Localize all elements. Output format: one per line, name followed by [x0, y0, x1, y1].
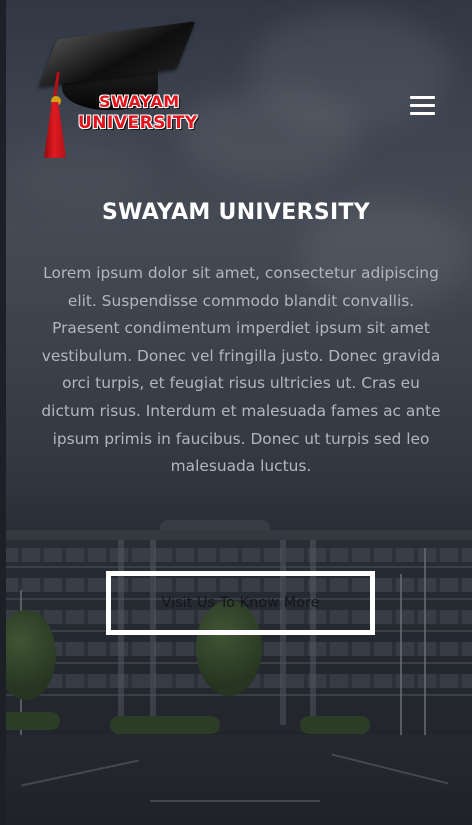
- logo-text-line1: SWAYAM: [99, 92, 180, 111]
- hero-title: SWAYAM UNIVERSITY: [102, 200, 370, 225]
- logo-text-line2: UNIVERSITY: [78, 113, 198, 133]
- hero-description: Lorem ipsum dolor sit amet, consectetur …: [41, 264, 441, 476]
- hamburger-menu-icon[interactable]: [406, 92, 440, 120]
- university-logo[interactable]: SWAYAM UNIVERSITY: [32, 21, 228, 162]
- hero-section: SWAYAM UNIVERSITY SWAYAM UNIVERSITY Lore…: [0, 0, 472, 825]
- visit-us-button[interactable]: Visit Us To Know More: [106, 571, 375, 635]
- visit-us-button-label: Visit Us To Know More: [161, 595, 320, 611]
